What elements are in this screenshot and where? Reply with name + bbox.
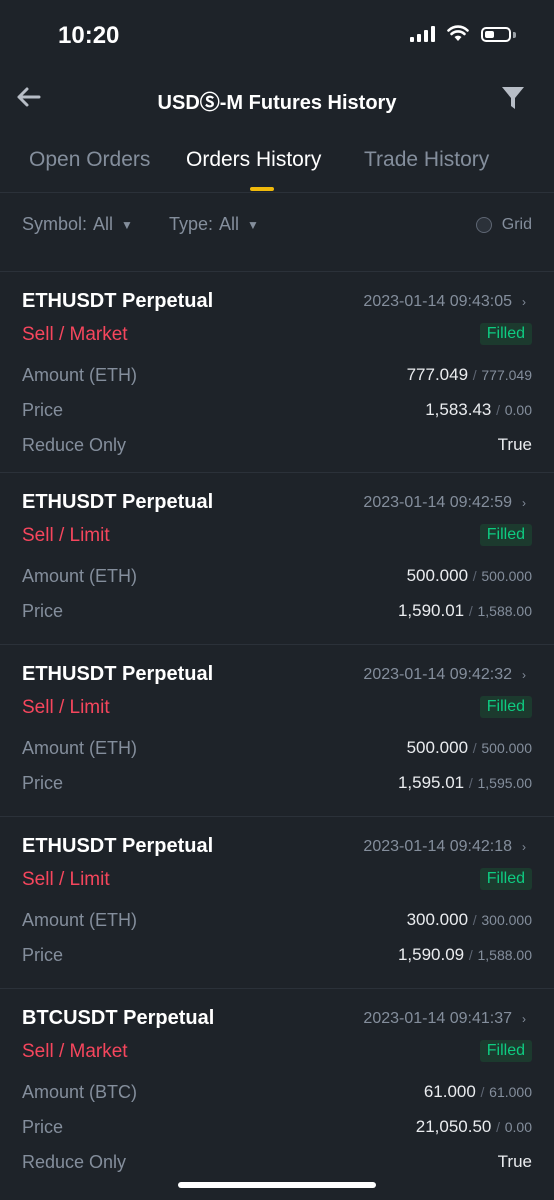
order-row-amount: Amount (BTC) 61.000 / 61.000 — [22, 1082, 532, 1106]
order-row-amount: Amount (ETH) 500.000 / 500.000 — [22, 738, 532, 762]
row-label: Reduce Only — [22, 435, 127, 455]
order-row-price: Price 1,595.01 / 1,595.00 — [22, 773, 532, 797]
type-filter-label: Type: — [169, 214, 214, 234]
order-timestamp: 2023-01-14 09:42:59 › — [363, 494, 526, 512]
order-side: Sell / Limit — [22, 697, 110, 718]
status-badge: Filled — [479, 323, 532, 345]
battery-icon — [481, 27, 516, 42]
order-symbol: BTCUSDT Perpetual — [22, 1007, 215, 1029]
tab-open-orders[interactable]: Open Orders — [29, 148, 150, 172]
row-value: True — [497, 1152, 532, 1171]
row-value: 1,595.01 / 1,595.00 — [397, 773, 532, 792]
order-row-amount: Amount (ETH) 777.049 / 777.049 — [22, 365, 532, 389]
order-symbol: ETHUSDT Perpetual — [22, 290, 214, 312]
order-row-reduce-only: Reduce Only True — [22, 1152, 532, 1176]
wifi-icon — [447, 25, 469, 41]
order-side: Sell / Market — [22, 1041, 128, 1062]
order-time: 2023-01-14 09:42:59 — [363, 494, 512, 511]
row-label: Price — [22, 1117, 64, 1137]
status-icons — [410, 25, 516, 42]
grid-toggle[interactable]: Grid — [475, 216, 532, 234]
type-filter-dropdown[interactable]: Type: All ▼ — [169, 214, 259, 235]
order-timestamp: 2023-01-14 09:43:05 › — [363, 293, 526, 311]
row-label: Amount (ETH) — [22, 365, 138, 385]
status-badge: Filled — [479, 868, 532, 890]
row-value: True — [497, 435, 532, 454]
order-card[interactable]: BTCUSDT Perpetual 2023-01-14 09:41:37 › … — [0, 988, 554, 1189]
symbol-filter-value: All — [93, 214, 114, 234]
order-card[interactable]: ETHUSDT Perpetual 2023-01-14 09:42:32 › … — [0, 644, 554, 816]
order-time: 2023-01-14 09:43:05 — [363, 293, 512, 310]
chevron-right-icon: › — [522, 295, 526, 309]
order-row-amount: Amount (ETH) 300.000 / 300.000 — [22, 910, 532, 934]
row-value: 61.000 / 61.000 — [423, 1082, 532, 1101]
order-card[interactable]: ETHUSDT Perpetual 2023-01-14 09:42:59 › … — [0, 472, 554, 644]
caret-down-icon: ▼ — [247, 217, 259, 232]
row-label: Amount (BTC) — [22, 1082, 138, 1102]
order-card[interactable]: ETHUSDT Perpetual 2023-01-14 09:43:05 › … — [0, 271, 554, 472]
grid-radio-icon[interactable] — [475, 217, 492, 233]
status-badge: Filled — [479, 1040, 532, 1062]
chevron-right-icon: › — [522, 1012, 526, 1026]
row-value: 500.000 / 500.000 — [406, 738, 532, 757]
row-value: 300.000 / 300.000 — [406, 910, 532, 929]
orders-list: ETHUSDT Perpetual 2023-01-14 09:43:05 › … — [0, 271, 554, 1189]
order-row-amount: Amount (ETH) 500.000 / 500.000 — [22, 566, 532, 590]
row-label: Price — [22, 601, 64, 621]
order-time: 2023-01-14 09:42:32 — [363, 666, 512, 683]
order-row-price: Price 1,590.09 / 1,588.00 — [22, 945, 532, 969]
type-filter-value: All — [219, 214, 240, 234]
order-side: Sell / Limit — [22, 869, 110, 890]
order-row-price: Price 1,583.43 / 0.00 — [22, 400, 532, 424]
order-row-price: Price 21,050.50 / 0.00 — [22, 1117, 532, 1141]
order-row-price: Price 1,590.01 / 1,588.00 — [22, 601, 532, 625]
tab-trade-history[interactable]: Trade History — [364, 148, 489, 172]
row-value: 1,590.01 / 1,588.00 — [397, 601, 532, 620]
status-badge: Filled — [479, 696, 532, 718]
order-symbol: ETHUSDT Perpetual — [22, 835, 214, 857]
order-row-reduce-only: Reduce Only True — [22, 435, 532, 459]
status-time: 10:20 — [58, 22, 120, 49]
caret-down-icon: ▼ — [121, 217, 133, 232]
row-value: 500.000 / 500.000 — [406, 566, 532, 585]
row-value: 21,050.50 / 0.00 — [415, 1117, 532, 1136]
filter-bar: Symbol: All ▼ Type: All ▼ Grid — [0, 208, 554, 242]
active-tab-indicator — [250, 187, 274, 191]
status-badge: Filled — [479, 524, 532, 546]
row-label: Price — [22, 400, 64, 420]
row-label: Price — [22, 773, 64, 793]
row-label: Amount (ETH) — [22, 738, 138, 758]
order-timestamp: 2023-01-14 09:41:37 › — [363, 1010, 526, 1028]
order-side: Sell / Market — [22, 324, 128, 345]
row-label: Amount (ETH) — [22, 566, 138, 586]
row-label: Price — [22, 945, 64, 965]
status-bar: 10:20 — [0, 0, 554, 70]
order-symbol: ETHUSDT Perpetual — [22, 663, 214, 685]
symbol-filter-dropdown[interactable]: Symbol: All ▼ — [22, 214, 133, 235]
order-time: 2023-01-14 09:42:18 — [363, 838, 512, 855]
page-title: USDⓈ-M Futures History — [157, 92, 397, 114]
filter-icon[interactable] — [500, 84, 526, 112]
order-time: 2023-01-14 09:41:37 — [363, 1010, 512, 1027]
chevron-right-icon: › — [522, 496, 526, 510]
row-value: 777.049 / 777.049 — [406, 365, 532, 384]
grid-label: Grid — [501, 216, 532, 233]
row-value: 1,590.09 / 1,588.00 — [397, 945, 532, 964]
order-side: Sell / Limit — [22, 525, 110, 546]
row-label: Amount (ETH) — [22, 910, 138, 930]
order-symbol: ETHUSDT Perpetual — [22, 491, 214, 513]
nav-header: USDⓈ-M Futures History — [0, 70, 554, 126]
row-label: Reduce Only — [22, 1152, 127, 1172]
tab-orders-history[interactable]: Orders History — [186, 148, 321, 172]
row-value: 1,583.43 / 0.00 — [425, 400, 532, 419]
order-timestamp: 2023-01-14 09:42:32 › — [363, 666, 526, 684]
symbol-filter-label: Symbol: — [22, 214, 88, 234]
order-timestamp: 2023-01-14 09:42:18 › — [363, 838, 526, 856]
cellular-signal-icon — [410, 25, 435, 42]
chevron-right-icon: › — [522, 840, 526, 854]
order-card[interactable]: ETHUSDT Perpetual 2023-01-14 09:42:18 › … — [0, 816, 554, 988]
tab-bar: Open Orders Orders History Trade History — [0, 140, 554, 193]
chevron-right-icon: › — [522, 668, 526, 682]
home-indicator[interactable] — [178, 1182, 376, 1188]
